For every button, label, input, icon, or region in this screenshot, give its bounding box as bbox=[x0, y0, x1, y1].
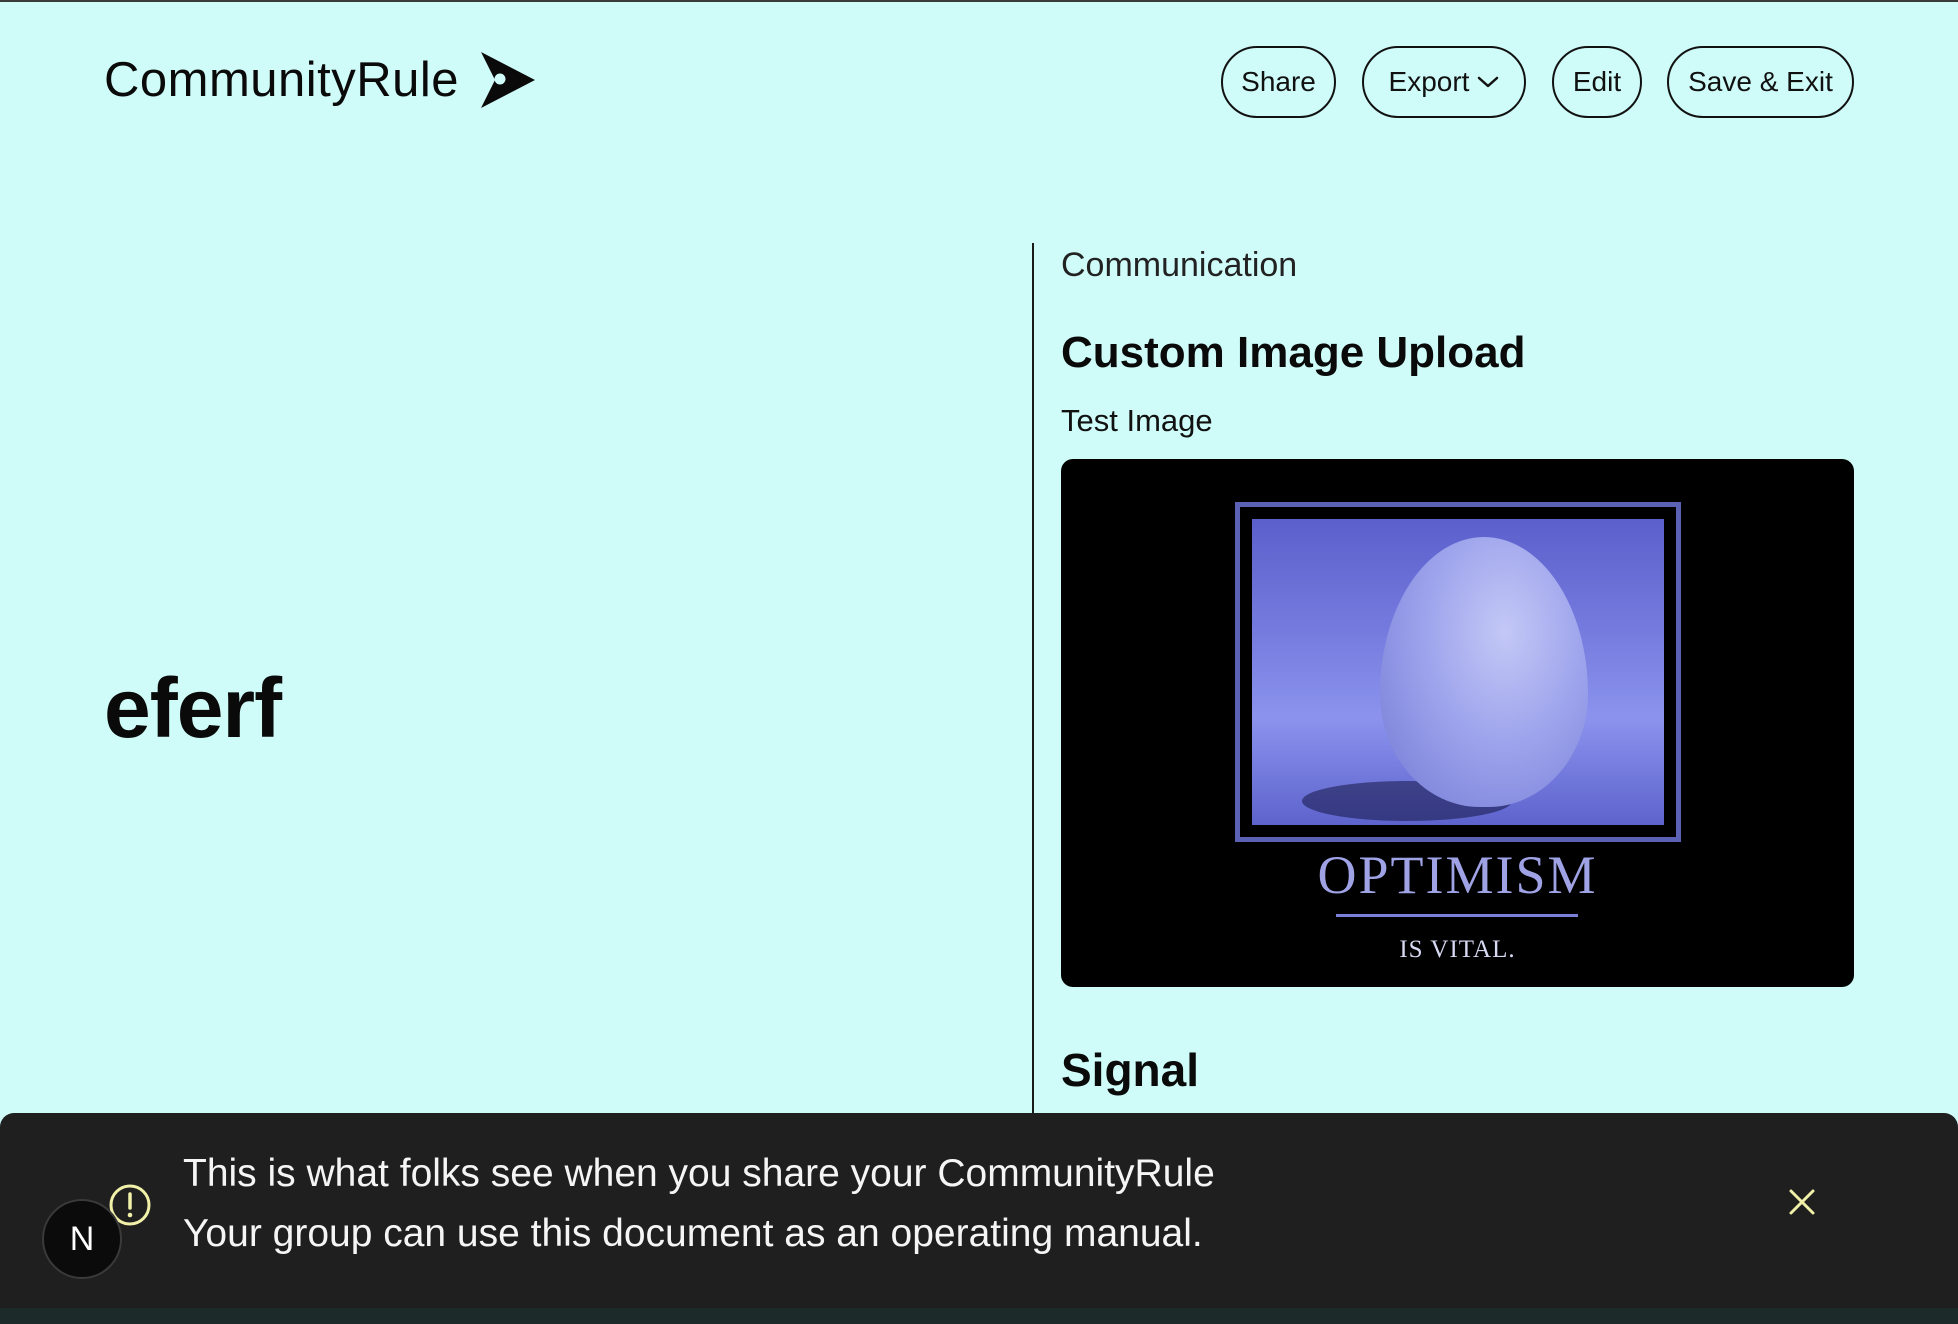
egg-shape bbox=[1380, 537, 1588, 807]
close-icon[interactable] bbox=[1786, 1186, 1818, 1218]
toast-message-title: This is what folks see when you share yo… bbox=[183, 1152, 1215, 1195]
image-label: Test Image bbox=[1061, 403, 1213, 438]
edit-button-label: Edit bbox=[1572, 66, 1622, 97]
share-button-label: Share bbox=[1241, 66, 1316, 97]
share-preview-toast bbox=[0, 1113, 1958, 1308]
logo-text: CommunityRule bbox=[104, 53, 460, 107]
poster-rule bbox=[1336, 914, 1578, 917]
export-button[interactable]: Export bbox=[1362, 46, 1526, 118]
save-exit-button-label: Save & Exit bbox=[1688, 66, 1833, 97]
poster-sub-text: IS VITAL. bbox=[1399, 936, 1516, 963]
logo[interactable]: CommunityRule bbox=[104, 50, 537, 110]
uploaded-image: OPTIMISM IS VITAL. bbox=[1061, 459, 1854, 987]
edit-button[interactable]: Edit bbox=[1552, 46, 1642, 118]
column-divider bbox=[1032, 243, 1034, 1113]
poster-frame bbox=[1235, 502, 1681, 842]
section-label: Communication bbox=[1061, 246, 1298, 284]
next-module-title: Signal bbox=[1061, 1044, 1200, 1096]
save-exit-button[interactable]: Save & Exit bbox=[1667, 46, 1854, 118]
top-border bbox=[0, 0, 1958, 2]
arrow-play-icon bbox=[481, 52, 536, 108]
avatar-initial: N bbox=[69, 1219, 95, 1258]
toast-bottom-strip bbox=[0, 1308, 1958, 1324]
rule-title: eferf bbox=[104, 661, 282, 755]
egg-photo bbox=[1252, 519, 1664, 825]
avatar[interactable]: N bbox=[42, 1199, 122, 1279]
export-button-label: Export bbox=[1388, 66, 1470, 97]
poster-main-text: OPTIMISM bbox=[1317, 845, 1598, 905]
module-title: Custom Image Upload bbox=[1061, 328, 1526, 377]
chevron-down-icon bbox=[1478, 76, 1499, 88]
toast-message-body: Your group can use this document as an o… bbox=[183, 1212, 1203, 1255]
share-button[interactable]: Share bbox=[1221, 46, 1336, 118]
